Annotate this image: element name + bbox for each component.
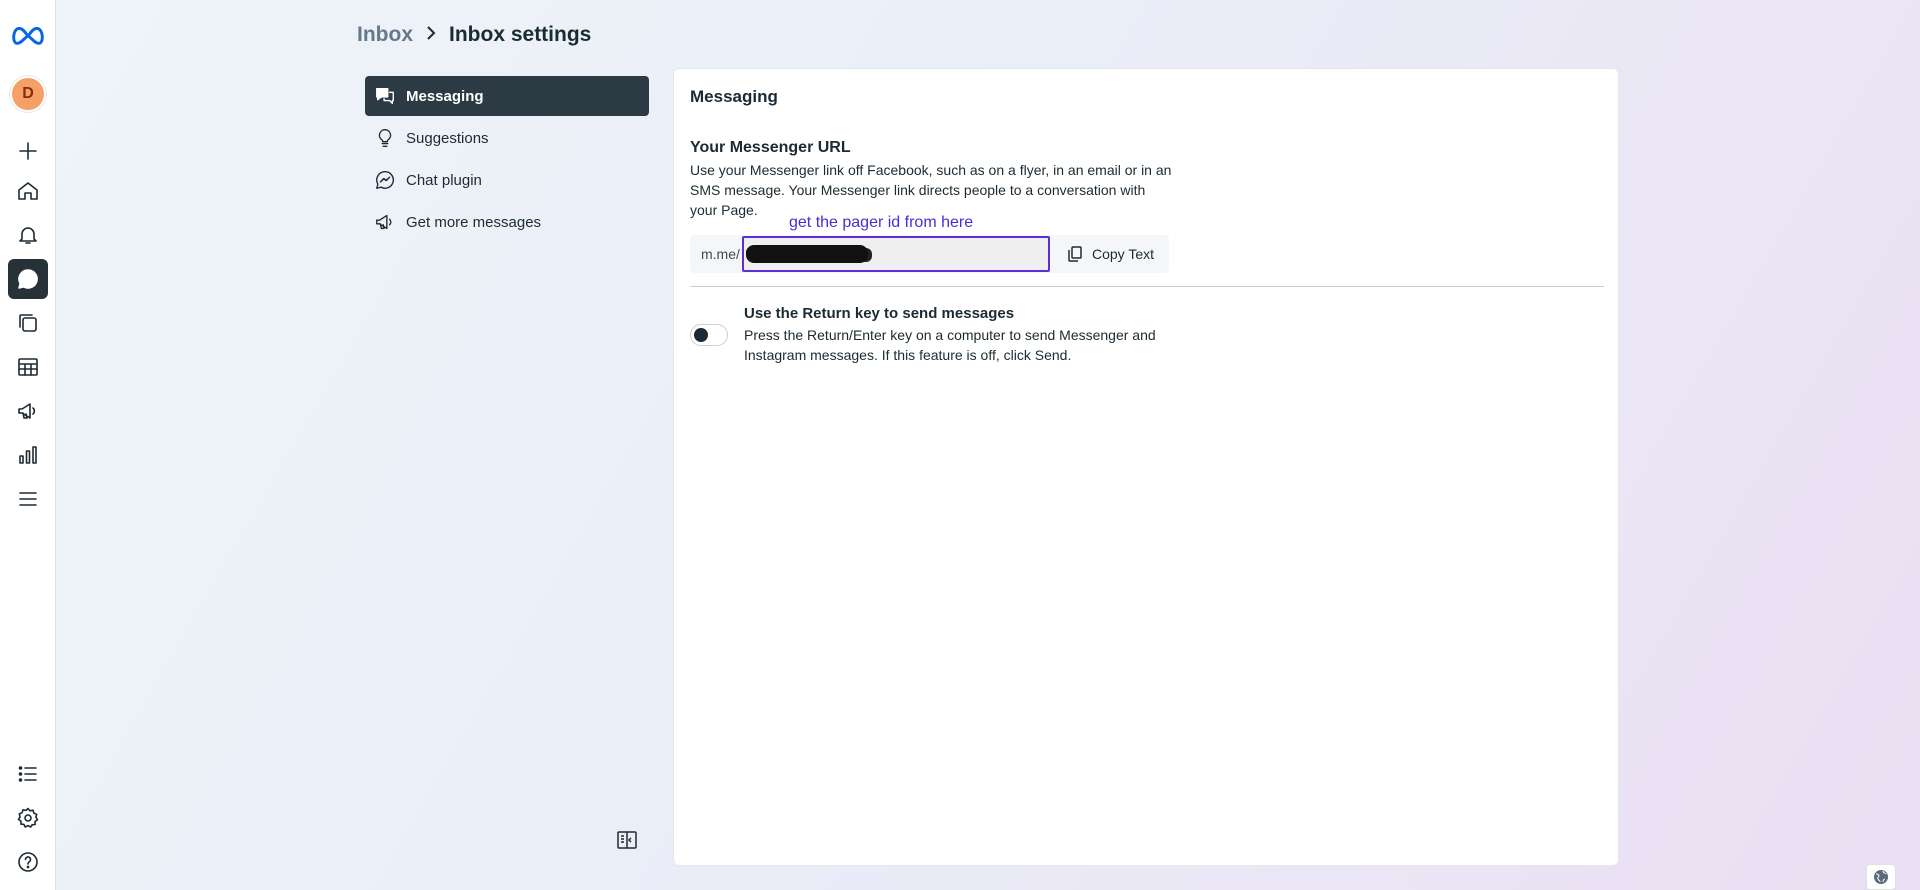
list-icon [18, 766, 37, 782]
return-key-toggle[interactable] [690, 324, 728, 346]
menu-button[interactable] [8, 479, 48, 519]
content-button[interactable] [8, 303, 48, 343]
megaphone-icon [18, 403, 36, 419]
toggle-knob [694, 328, 708, 342]
settings-button[interactable] [8, 798, 48, 838]
megaphone-icon [376, 214, 392, 230]
messenger-url-description: Use your Messenger link off Facebook, su… [690, 162, 1172, 218]
chevron-right-icon [423, 23, 439, 47]
notifications-button[interactable] [8, 215, 48, 255]
settings-nav: Messaging Suggestions Chat plugin Get mo… [365, 76, 649, 244]
url-prefix: m.me/ [701, 246, 740, 262]
page-title: Inbox settings [449, 23, 592, 46]
ads-button[interactable] [8, 391, 48, 431]
breadcrumb: Inbox Inbox settings [357, 22, 591, 48]
help-icon [18, 852, 38, 872]
copy-icon [1068, 246, 1082, 262]
bell-icon [19, 227, 37, 244]
left-rail: D [0, 0, 56, 890]
messenger-icon [376, 171, 394, 189]
nav-item-suggestions[interactable]: Suggestions [365, 118, 649, 158]
list-button[interactable] [8, 754, 48, 794]
lightbulb-icon [378, 129, 392, 147]
return-key-description: Press the Return/Enter key on a computer… [744, 327, 1156, 363]
nav-item-label: Chat plugin [406, 171, 482, 189]
nav-item-label: Get more messages [406, 213, 542, 231]
breadcrumb-inbox-link[interactable]: Inbox [357, 23, 413, 47]
messenger-url-row: m.me/ Copy Text [690, 235, 1169, 273]
bar-chart-icon [19, 446, 37, 464]
create-button[interactable] [8, 131, 48, 171]
stack-icon [19, 314, 37, 332]
divider [690, 286, 1604, 287]
messenger-url-field[interactable] [742, 236, 1050, 272]
avatar: D [10, 76, 46, 112]
hamburger-icon [19, 492, 37, 506]
planner-button[interactable] [8, 347, 48, 387]
inbox-button[interactable] [8, 259, 48, 299]
copy-text-label: Copy Text [1092, 246, 1154, 262]
account-avatar[interactable]: D [8, 74, 48, 114]
plus-icon [19, 142, 37, 160]
redacted-page-id [746, 245, 868, 263]
messenger-url-title: Your Messenger URL [690, 139, 851, 156]
meta-logo-icon[interactable] [8, 16, 48, 56]
chat-bubbles-icon [376, 87, 394, 105]
nav-item-label: Suggestions [406, 129, 489, 147]
gear-icon [17, 807, 39, 828]
insights-button[interactable] [8, 435, 48, 475]
messaging-settings-card: Messaging Your Messenger URL Use your Me… [673, 68, 1619, 866]
table-icon [18, 358, 38, 376]
annotation-text: get the pager id from here [789, 214, 974, 231]
nav-item-get-more-messages[interactable]: Get more messages [365, 202, 649, 242]
home-button[interactable] [8, 171, 48, 211]
home-icon [18, 182, 38, 200]
copy-text-button[interactable]: Copy Text [1060, 239, 1160, 269]
language-button[interactable] [1866, 864, 1896, 890]
return-key-title: Use the Return key to send messages [744, 305, 1015, 322]
nav-item-chat-plugin[interactable]: Chat plugin [365, 160, 649, 200]
card-title: Messaging [690, 87, 778, 106]
sidebar-toggle-icon [617, 831, 637, 849]
collapse-panel-button[interactable] [616, 830, 638, 850]
nav-item-label: Messaging [406, 87, 484, 105]
globe-icon [1874, 870, 1888, 884]
chat-bubble-icon [18, 269, 38, 289]
nav-item-messaging[interactable]: Messaging [365, 76, 649, 116]
help-button[interactable] [8, 842, 48, 882]
